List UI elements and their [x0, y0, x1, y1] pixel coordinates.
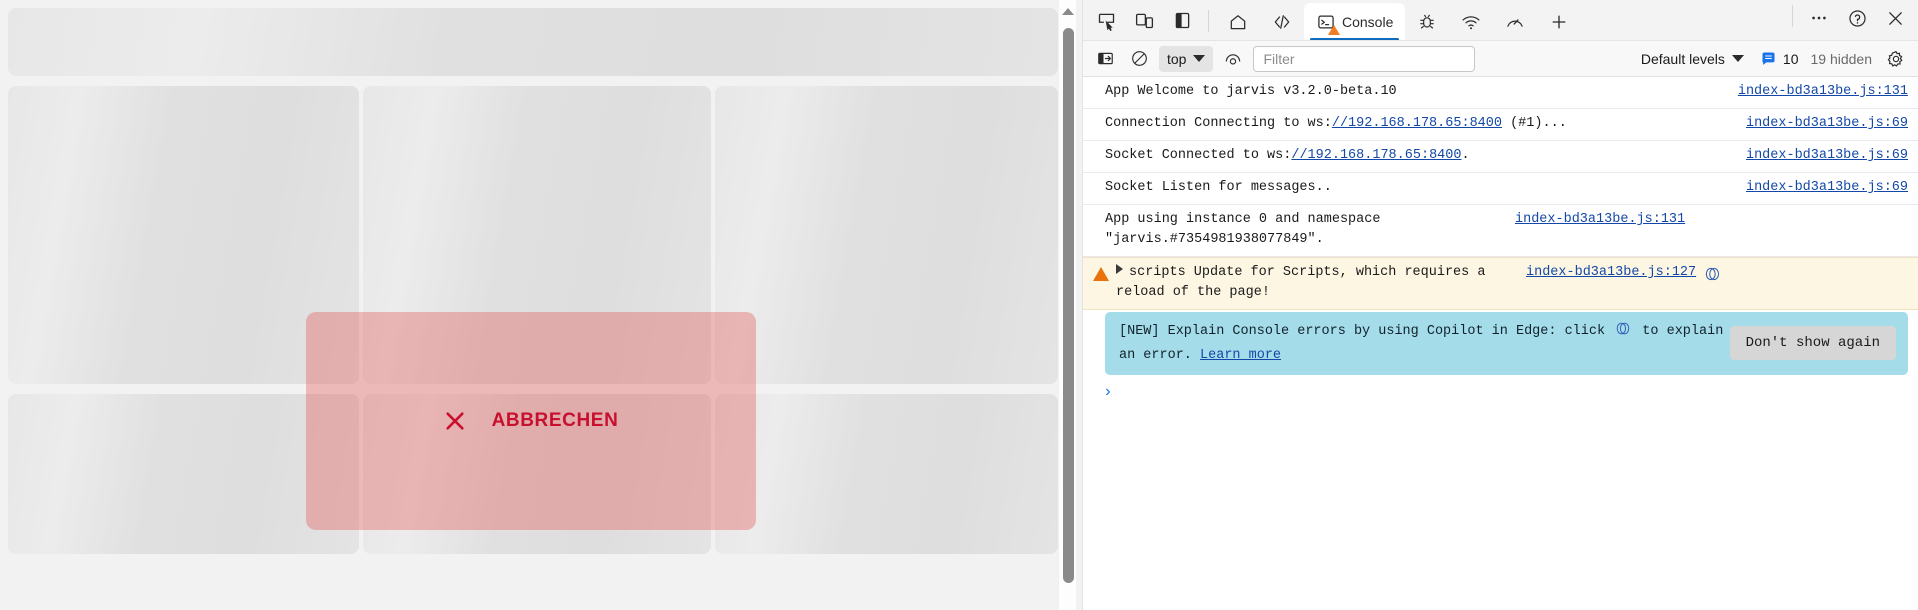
learn-more-link[interactable]: Learn more	[1200, 348, 1281, 363]
message-count-value: 10	[1783, 51, 1799, 67]
devtools-tabstrip: Console	[1083, 0, 1918, 41]
close-x-icon	[444, 410, 466, 432]
console-icon	[1316, 12, 1336, 32]
copilot-banner-text-before: [NEW] Explain Console errors by using Co…	[1119, 324, 1613, 339]
clear-console-icon[interactable]	[1125, 46, 1153, 72]
execution-context-label: top	[1167, 51, 1186, 67]
console-row[interactable]: App Welcome to jarvis v3.2.0-beta.10 ind…	[1083, 77, 1918, 109]
cancel-button-label: ABBRECHEN	[492, 410, 619, 432]
tab-console[interactable]: Console	[1304, 3, 1405, 41]
more-options-icon[interactable]	[1800, 0, 1838, 37]
console-source-link[interactable]: index-bd3a13be.js:69	[1736, 178, 1908, 198]
console-message-text: scripts Update for Scripts, which requir…	[1116, 265, 1485, 300]
plus-icon	[1549, 12, 1569, 32]
console-warning-badge-icon	[1328, 25, 1340, 35]
chevron-down-icon	[1193, 55, 1205, 62]
chevron-down-icon	[1732, 55, 1744, 62]
code-icon	[1272, 12, 1292, 32]
gear-icon[interactable]	[1882, 46, 1910, 72]
console-row[interactable]: App using instance 0 and namespace "jarv…	[1083, 205, 1918, 257]
console-inline-link[interactable]: //192.168.178.65:8400	[1291, 148, 1461, 163]
dont-show-again-button[interactable]: Don't show again	[1730, 326, 1896, 360]
skeleton-hero-card	[8, 8, 1058, 76]
console-toolbar: top Default levels 10	[1083, 41, 1918, 77]
scroll-up-arrow-icon[interactable]	[1062, 8, 1074, 15]
message-bubble-icon	[1760, 50, 1777, 67]
console-inline-link[interactable]: //192.168.178.65:8400	[1332, 116, 1502, 131]
execution-context-select[interactable]: top	[1159, 46, 1213, 72]
console-message-text: Connection Connecting to ws:	[1105, 116, 1332, 131]
log-levels-label: Default levels	[1641, 51, 1725, 67]
skeleton-card	[363, 86, 712, 384]
console-source-link[interactable]: index-bd3a13be.js:69	[1736, 114, 1908, 134]
console-message-text: (#1)...	[1502, 116, 1567, 131]
tab-performance[interactable]	[1493, 3, 1537, 41]
page-scrollbar[interactable]	[1058, 0, 1076, 610]
tab-sources[interactable]	[1405, 3, 1449, 41]
console-row[interactable]: Connection Connecting to ws://192.168.17…	[1083, 109, 1918, 141]
console-prompt-row[interactable]: ›	[1083, 375, 1918, 409]
console-message: App using instance 0 and namespace "jarv…	[1105, 210, 1505, 250]
console-message-text: .	[1461, 148, 1469, 163]
console-source-link[interactable]: index-bd3a13be.js:127	[1516, 263, 1696, 283]
console-sidebar-icon[interactable]	[1091, 46, 1119, 72]
console-source-link[interactable]: index-bd3a13be.js:131	[1728, 82, 1908, 102]
copilot-promo-banner: [NEW] Explain Console errors by using Co…	[1105, 312, 1908, 375]
console-row[interactable]: Socket Connected to ws://192.168.178.65:…	[1083, 141, 1918, 173]
close-devtools-icon[interactable]	[1876, 0, 1914, 37]
console-row-warning[interactable]: scripts Update for Scripts, which requir…	[1083, 257, 1918, 310]
tab-console-label: Console	[1342, 14, 1393, 30]
toolbar-divider	[1792, 5, 1793, 27]
log-levels-select[interactable]: Default levels	[1637, 46, 1748, 72]
copilot-banner-text: [NEW] Explain Console errors by using Co…	[1119, 320, 1730, 366]
tabstrip-right-tools	[1785, 0, 1914, 39]
device-emulation-icon[interactable]	[1125, 1, 1163, 39]
home-icon	[1228, 12, 1248, 32]
tab-more-tools[interactable]	[1537, 3, 1581, 41]
message-count[interactable]: 10	[1760, 50, 1799, 67]
hidden-messages-label: 19 hidden	[1810, 51, 1872, 67]
browser-window: ABBRECHEN	[0, 0, 1918, 610]
skeleton-card-row	[8, 86, 1058, 384]
debugger-icon	[1417, 12, 1437, 32]
performance-icon	[1505, 12, 1525, 32]
expand-arrow-icon[interactable]	[1116, 264, 1123, 274]
network-icon	[1461, 12, 1481, 32]
tab-elements[interactable]	[1260, 3, 1304, 41]
copilot-explain-icon[interactable]	[1704, 265, 1722, 291]
tab-welcome[interactable]	[1216, 3, 1260, 41]
console-filter-input[interactable]	[1253, 46, 1475, 72]
skeleton-card	[715, 86, 1058, 384]
console-message: scripts Update for Scripts, which requir…	[1116, 263, 1516, 303]
scrollbar-thumb[interactable]	[1063, 28, 1074, 583]
console-log-area: App Welcome to jarvis v3.2.0-beta.10 ind…	[1083, 77, 1918, 610]
skeleton-placeholder-group	[8, 8, 1058, 564]
toggle-sidebar-icon[interactable]	[1163, 1, 1201, 39]
console-source-link[interactable]: index-bd3a13be.js:69	[1736, 146, 1908, 166]
console-message: Socket Connected to ws://192.168.178.65:…	[1105, 146, 1736, 166]
console-message: Connection Connecting to ws://192.168.17…	[1105, 114, 1736, 134]
inspect-element-icon[interactable]	[1087, 1, 1125, 39]
warning-triangle-icon	[1093, 267, 1109, 281]
help-icon[interactable]	[1838, 0, 1876, 37]
console-message: Socket Listen for messages..	[1105, 178, 1736, 198]
tab-network[interactable]	[1449, 3, 1493, 41]
console-source-link[interactable]: index-bd3a13be.js:131	[1505, 210, 1685, 230]
skeleton-card	[8, 86, 359, 384]
eye-icon[interactable]	[1219, 46, 1247, 72]
prompt-caret-icon: ›	[1103, 383, 1113, 401]
page-viewport: ABBRECHEN	[0, 0, 1082, 610]
console-message-text: Socket Connected to ws:	[1105, 148, 1291, 163]
devtools-panel: Console	[1082, 0, 1918, 610]
copilot-icon	[1615, 320, 1632, 345]
cancel-button[interactable]: ABBRECHEN	[306, 395, 756, 447]
toolbar-divider	[1208, 10, 1209, 32]
skeleton-card	[715, 394, 1058, 554]
console-message: App Welcome to jarvis v3.2.0-beta.10	[1105, 82, 1728, 102]
console-row[interactable]: Socket Listen for messages.. index-bd3a1…	[1083, 173, 1918, 205]
